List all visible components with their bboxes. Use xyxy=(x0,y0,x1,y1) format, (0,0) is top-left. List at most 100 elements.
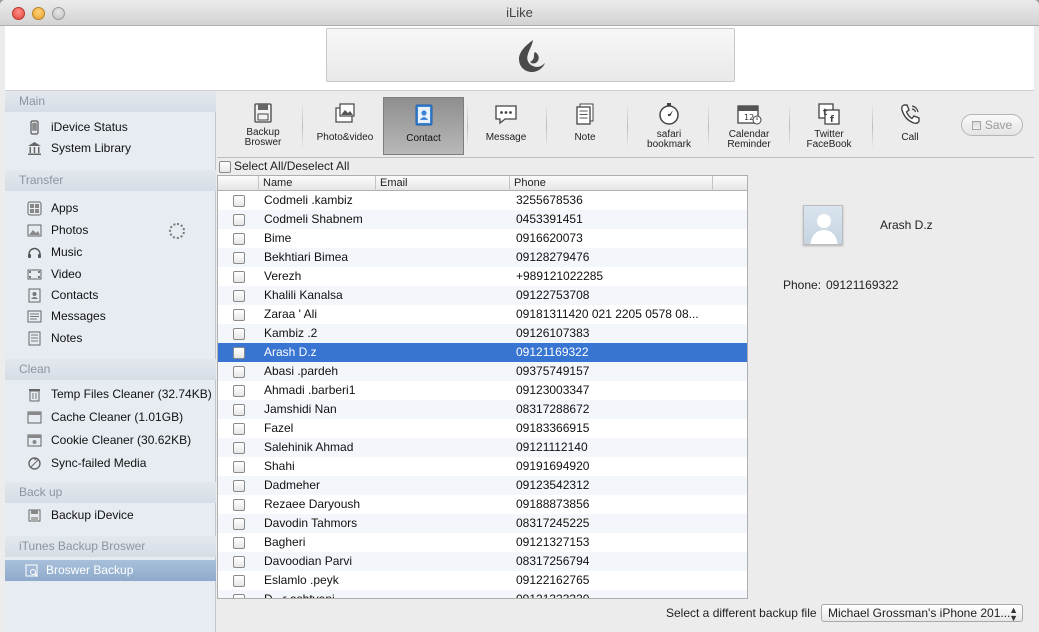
sidebar-item-idevice-status[interactable]: iDevice Status xyxy=(5,117,216,138)
cell-name: Jamshidi Nan xyxy=(264,402,337,416)
note-button[interactable]: Note xyxy=(561,97,609,155)
cache-icon xyxy=(27,411,42,424)
sidebar-item-label: Cache Cleaner (1.01GB) xyxy=(51,410,184,424)
row-checkbox[interactable] xyxy=(233,461,245,473)
row-checkbox[interactable] xyxy=(233,518,245,530)
table-row[interactable]: Shahi 09191694920 xyxy=(218,457,747,476)
cell-name: Shahi xyxy=(264,459,295,473)
column-header-phone[interactable]: Phone xyxy=(509,176,712,191)
sidebar-item-messages[interactable]: Messages xyxy=(5,306,216,327)
row-checkbox[interactable] xyxy=(233,195,245,207)
column-header-name[interactable]: Name xyxy=(258,176,375,191)
table-row[interactable]: Arash D.z 09121169322 xyxy=(218,343,747,362)
row-checkbox[interactable] xyxy=(233,499,245,511)
photo-video-button[interactable]: Photo&video xyxy=(314,97,376,155)
contact-button[interactable]: Contact xyxy=(383,97,464,155)
row-checkbox[interactable] xyxy=(233,594,245,598)
select-all-row[interactable]: Select All/Deselect All xyxy=(217,158,747,175)
backup-file-label: Select a different backup file xyxy=(666,606,817,620)
row-checkbox[interactable] xyxy=(233,480,245,492)
row-checkbox[interactable] xyxy=(233,290,245,302)
table-row[interactable]: Dadmeher 09123542312 xyxy=(218,476,747,495)
save-button[interactable]: Save xyxy=(961,114,1023,136)
close-window-button[interactable] xyxy=(12,7,25,20)
row-checkbox[interactable] xyxy=(233,328,245,340)
cell-name: Rezaee Daryoush xyxy=(264,497,361,511)
row-checkbox[interactable] xyxy=(233,423,245,435)
row-checkbox[interactable] xyxy=(233,537,245,549)
note-icon xyxy=(576,103,594,125)
select-all-checkbox[interactable] xyxy=(219,161,231,173)
row-checkbox[interactable] xyxy=(233,442,245,454)
row-checkbox[interactable] xyxy=(233,214,245,226)
sidebar-item-label: Backup iDevice xyxy=(51,508,134,522)
contacts-table[interactable]: Name Email Phone Codmeli .kambiz 32556785… xyxy=(217,175,748,599)
sidebar-item-apps[interactable]: Apps xyxy=(5,198,216,219)
sidebar-item-photos[interactable]: Photos xyxy=(5,220,216,241)
row-checkbox[interactable] xyxy=(233,233,245,245)
cell-phone: 09375749157 xyxy=(516,364,590,378)
table-row[interactable]: Bime 0916620073 xyxy=(218,229,747,248)
sidebar-item-label: Photos xyxy=(51,223,89,237)
backup-browser-icon xyxy=(254,103,272,123)
sidebar-item-system-library[interactable]: System Library xyxy=(5,138,216,159)
table-row[interactable]: Bekhtiari Bimea 09128279476 xyxy=(218,248,747,267)
backup-icon xyxy=(28,509,41,522)
table-row[interactable]: Verezh +989121022285 xyxy=(218,267,747,286)
contact-detail-name: Arash D.z xyxy=(880,218,933,232)
row-checkbox[interactable] xyxy=(233,309,245,321)
row-checkbox[interactable] xyxy=(233,404,245,416)
table-row[interactable]: Davoodian Parvi 08317256794 xyxy=(218,552,747,571)
twitter-facebook-button[interactable]: tf Twitter FaceBook xyxy=(801,97,857,155)
backup-file-select[interactable]: Michael Grossman's iPhone 201... ▲ ▼ xyxy=(821,604,1023,622)
row-checkbox[interactable] xyxy=(233,556,245,568)
sidebar-section-transfer: Transfer xyxy=(5,170,216,191)
contacts-icon xyxy=(28,288,41,303)
safari-bookmark-button[interactable]: safari bookmark xyxy=(641,97,697,155)
table-row[interactable]: Ahmadi .barberi1 09123003347 xyxy=(218,381,747,400)
row-checkbox[interactable] xyxy=(233,252,245,264)
sidebar-item-cookie-cleaner[interactable]: Cookie Cleaner (30.62KB) xyxy=(5,430,216,451)
backup-browser-button[interactable]: Backup Broswer xyxy=(235,97,291,155)
table-row[interactable]: Zaraa ' Ali 09181311420 021 2205 0578 08.… xyxy=(218,305,747,324)
sidebar-item-label: Notes xyxy=(51,331,83,345)
row-checkbox[interactable] xyxy=(233,575,245,587)
twitter-facebook-icon: tf xyxy=(818,103,840,125)
table-row[interactable]: Jamshidi Nan 08317288672 xyxy=(218,400,747,419)
minimize-window-button[interactable] xyxy=(32,7,45,20)
row-checkbox[interactable] xyxy=(233,366,245,378)
sidebar-item-temp-files-cleaner[interactable]: Temp Files Cleaner (32.74KB) xyxy=(5,384,216,405)
message-button[interactable]: Message xyxy=(479,97,533,155)
table-row[interactable]: Codmeli .kambiz 3255678536 xyxy=(218,191,747,210)
sidebar-item-notes[interactable]: Notes xyxy=(5,328,216,349)
table-row[interactable]: Salehinik Ahmad 09121112140 xyxy=(218,438,747,457)
table-row[interactable]: Eslamlo .peyk 09122162765 xyxy=(218,571,747,590)
cell-phone: 09181311420 021 2205 0578 08... xyxy=(516,307,699,321)
calendar-reminder-button[interactable]: 12 Calendar Reminder xyxy=(720,97,778,155)
row-checkbox[interactable] xyxy=(233,271,245,283)
table-row[interactable]: Codmeli Shabnem 0453391451 xyxy=(218,210,747,229)
sidebar-item-backup-idevice[interactable]: Backup iDevice xyxy=(5,505,216,526)
row-checkbox[interactable] xyxy=(233,385,245,397)
sidebar-item-music[interactable]: Music xyxy=(5,242,216,263)
table-row[interactable]: Abasi .pardeh 09375749157 xyxy=(218,362,747,381)
table-row[interactable]: Kambiz .2 09126107383 xyxy=(218,324,747,343)
column-header-email[interactable]: Email xyxy=(375,176,509,191)
table-row[interactable]: Rezaee Daryoush 09188873856 xyxy=(218,495,747,514)
table-row[interactable]: Fazel 09183366915 xyxy=(218,419,747,438)
sidebar-item-sync-failed-media[interactable]: Sync-failed Media xyxy=(5,453,216,474)
zoom-window-button[interactable] xyxy=(52,7,65,20)
call-button[interactable]: Call xyxy=(886,97,934,155)
row-checkbox[interactable] xyxy=(233,347,245,359)
person-silhouette-icon xyxy=(810,214,838,244)
table-row[interactable]: Khalili Kanalsa 09122753708 xyxy=(218,286,747,305)
table-row[interactable]: Davodin Tahmors 08317245225 xyxy=(218,514,747,533)
sidebar-item-contacts[interactable]: Contacts xyxy=(5,285,216,306)
sidebar-item-cache-cleaner[interactable]: Cache Cleaner (1.01GB) xyxy=(5,407,216,428)
cell-name: Salehinik Ahmad xyxy=(264,440,354,454)
table-row[interactable]: D...r ashtyani 09121323330 xyxy=(218,590,747,598)
sidebar-item-label: Messages xyxy=(51,309,106,323)
sidebar-item-browser-backup[interactable]: Broswer Backup xyxy=(5,560,216,581)
sidebar-item-video[interactable]: Video xyxy=(5,264,216,285)
table-row[interactable]: Bagheri 09121327153 xyxy=(218,533,747,552)
